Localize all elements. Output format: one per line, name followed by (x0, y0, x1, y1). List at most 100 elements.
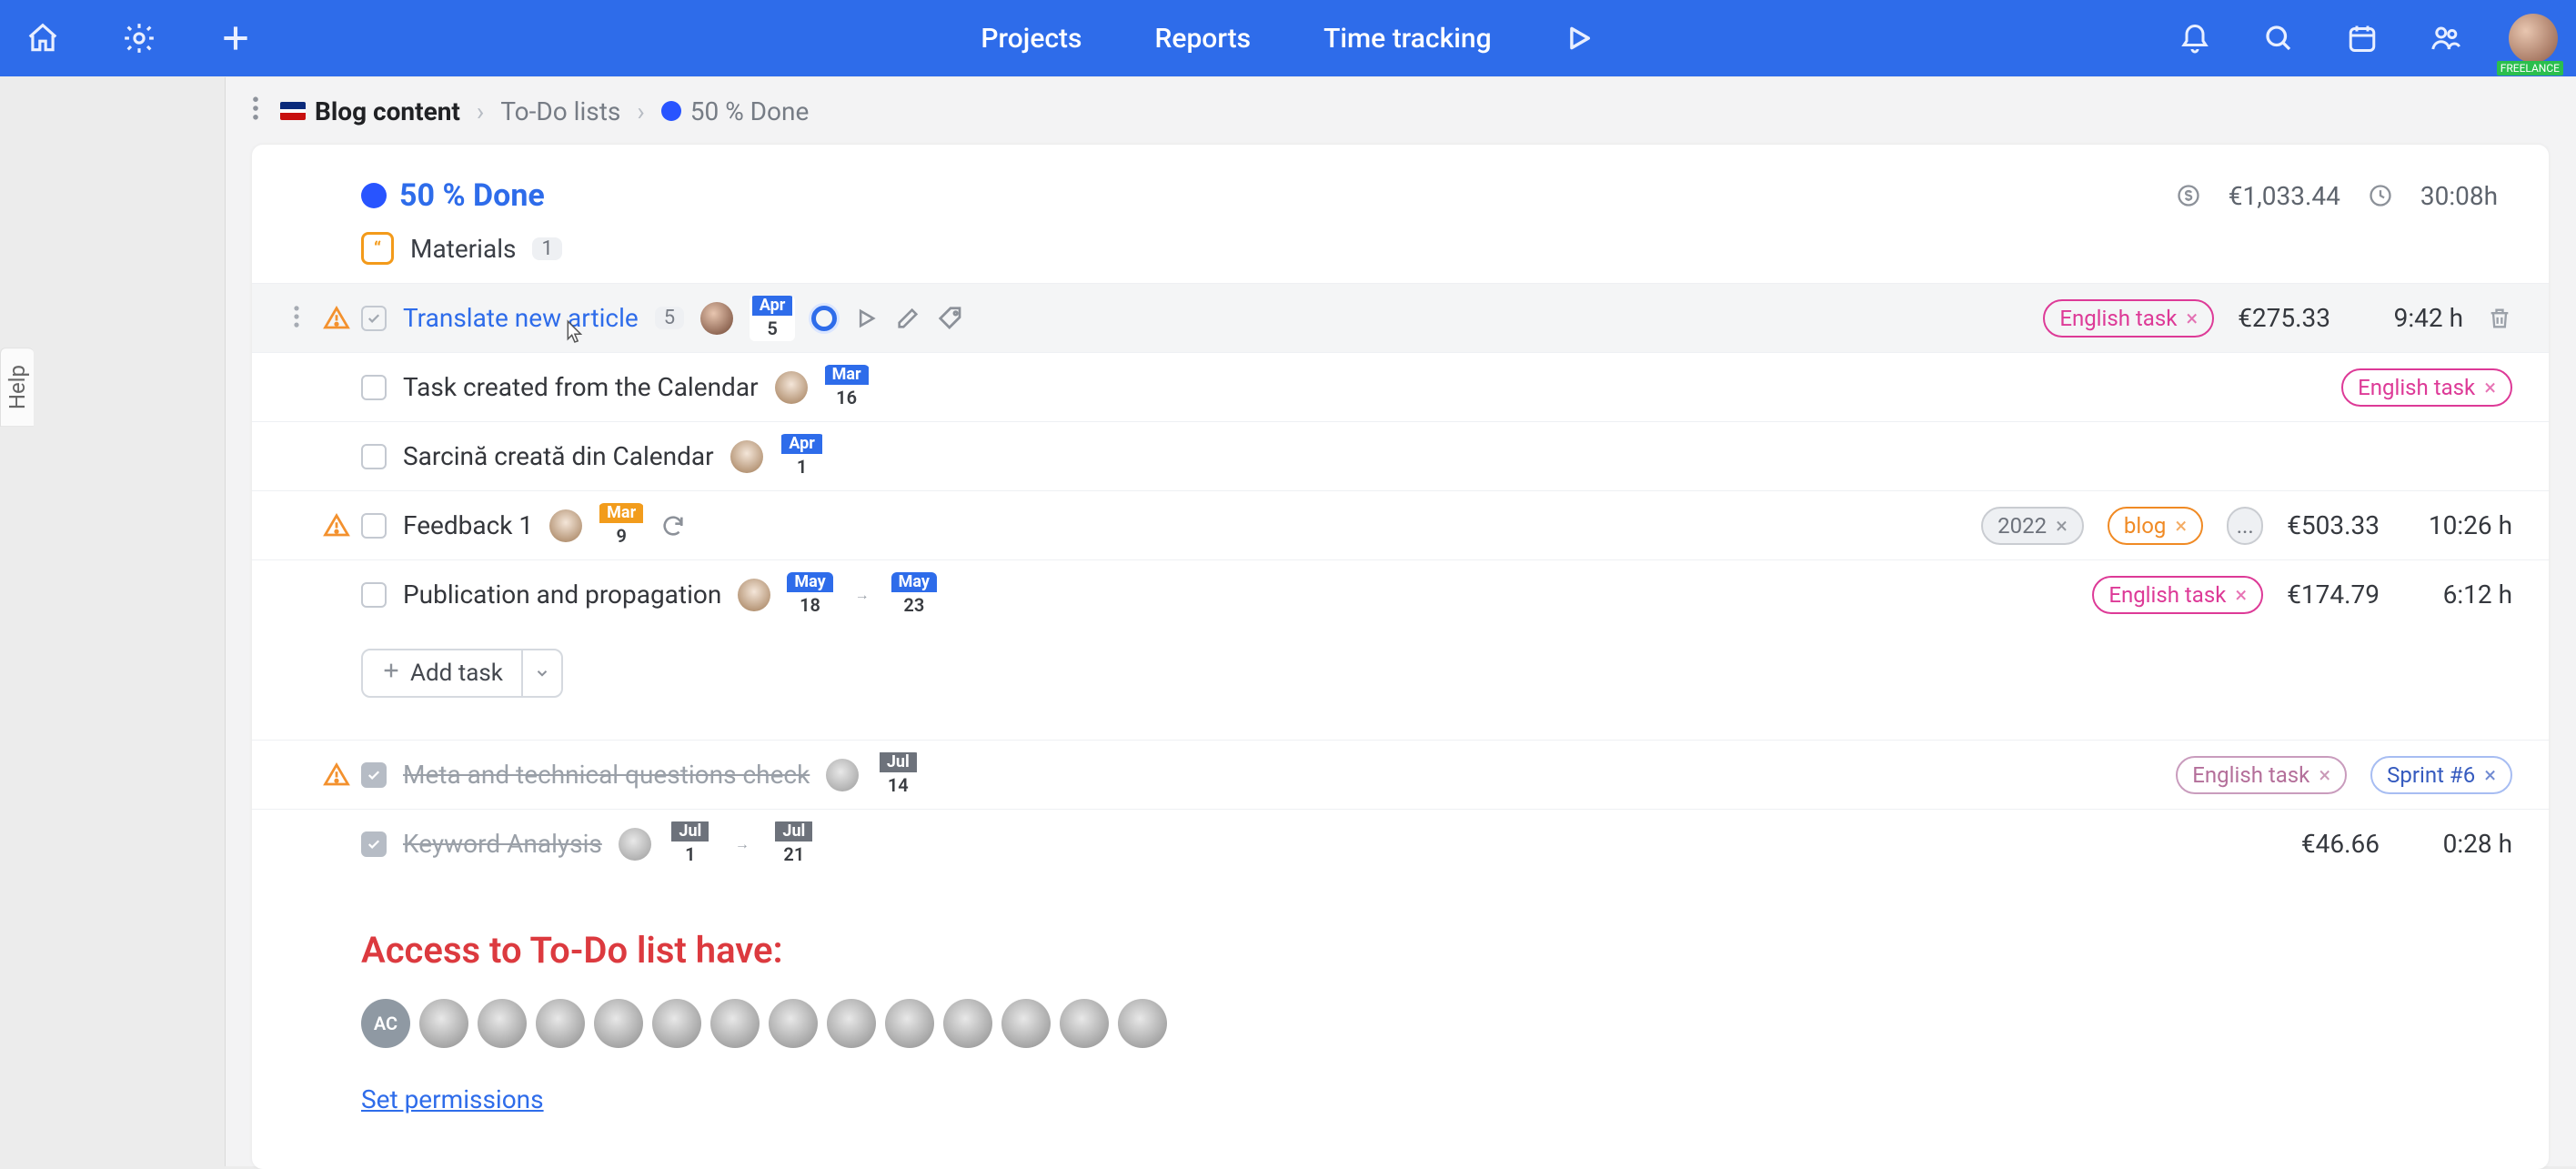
tag-remove-icon[interactable]: × (2484, 762, 2496, 788)
task-row[interactable]: Publication and propagation May 18 → May… (252, 559, 2549, 629)
task-checkbox[interactable] (361, 513, 387, 539)
access-avatar[interactable]: AC (361, 999, 410, 1048)
breadcrumb-menu-icon[interactable] (247, 96, 264, 127)
task-title[interactable]: Publication and propagation (403, 579, 721, 610)
tag-english-task[interactable]: English task × (2341, 368, 2512, 407)
access-avatar[interactable] (1001, 999, 1051, 1048)
list-title[interactable]: 50 % Done (361, 177, 545, 214)
task-checkbox[interactable] (361, 444, 387, 469)
tag-remove-icon[interactable]: × (2175, 513, 2187, 539)
edit-icon[interactable] (895, 306, 921, 331)
tag-remove-icon[interactable]: × (2186, 306, 2198, 331)
tag-blog[interactable]: blog × (2108, 507, 2203, 545)
task-assignee-avatar[interactable] (738, 579, 770, 611)
task-assignee-avatar[interactable] (619, 828, 651, 861)
task-assignee-avatar[interactable] (549, 509, 582, 542)
due-month: May (891, 572, 937, 592)
access-avatar[interactable] (652, 999, 701, 1048)
task-budget: €275.33 (2238, 303, 2330, 333)
task-checkbox[interactable] (361, 306, 387, 331)
content-frame: Blog content › To-Do lists › 50 % Done 5… (225, 77, 2576, 1166)
task-row[interactable]: Meta and technical questions check Jul 1… (252, 740, 2549, 809)
tag-english-task[interactable]: English task × (2176, 756, 2347, 794)
tag-remove-icon[interactable]: × (2484, 375, 2496, 400)
task-checkbox[interactable] (361, 582, 387, 608)
task-title[interactable]: Sarcină creată din Calendar (403, 441, 714, 471)
access-avatar[interactable] (769, 999, 818, 1048)
access-avatar[interactable] (594, 999, 643, 1048)
task-assignee-avatar[interactable] (826, 759, 859, 791)
topbar-right-actions: FREELANCE (2174, 0, 2558, 76)
task-assignee-avatar[interactable] (700, 302, 733, 335)
task-title[interactable]: Meta and technical questions check (403, 760, 810, 790)
task-title[interactable]: Task created from the Calendar (403, 372, 759, 402)
task-checkbox[interactable] (361, 375, 387, 400)
task-row[interactable]: Task created from the Calendar Mar 16 En… (252, 352, 2549, 421)
materials-row[interactable]: Materials 1 (252, 214, 2549, 283)
tag-remove-icon[interactable]: × (2319, 762, 2330, 788)
play-icon[interactable] (1565, 23, 1595, 54)
tag-sprint-6[interactable]: Sprint #6 × (2370, 756, 2512, 794)
nav-projects[interactable]: Projects (981, 23, 1082, 55)
more-tags-button[interactable]: ... (2227, 507, 2263, 545)
access-avatar[interactable] (1060, 999, 1109, 1048)
recurring-icon[interactable] (660, 513, 686, 539)
access-avatar[interactable] (885, 999, 934, 1048)
task-assignee-avatar[interactable] (775, 371, 808, 404)
task-checkbox[interactable] (361, 762, 387, 788)
calendar-icon[interactable] (2341, 17, 2383, 59)
due-date-badge[interactable]: Apr 1 (780, 434, 825, 479)
nav-reports[interactable]: Reports (1155, 23, 1252, 55)
list-stats: €1,033.44 30:08h (2176, 181, 2498, 211)
add-icon[interactable] (215, 17, 257, 59)
task-row[interactable]: Feedback 1 Mar 9 2022 × (252, 490, 2549, 559)
task-row[interactable]: Keyword Analysis Jul 1 → Jul 21 €46.66 0… (252, 809, 2549, 878)
end-date-badge[interactable]: Jul 21 (771, 821, 817, 867)
task-assignee-avatar[interactable] (730, 440, 763, 473)
due-date-badge[interactable]: Mar 16 (824, 365, 870, 410)
due-date-badge[interactable]: Apr 5 (750, 296, 795, 341)
search-icon[interactable] (2258, 17, 2299, 59)
tag-icon[interactable] (937, 305, 964, 332)
due-date-badge[interactable]: Jul 14 (875, 752, 921, 798)
people-icon[interactable] (2425, 17, 2467, 59)
task-row[interactable]: Translate new article 5 Apr 5 (252, 283, 2549, 352)
access-avatar[interactable] (536, 999, 585, 1048)
start-date-badge[interactable]: Jul 1 (668, 821, 713, 867)
breadcrumb-project[interactable]: Blog content (280, 96, 460, 126)
task-title[interactable]: Keyword Analysis (403, 829, 602, 859)
task-title[interactable]: Translate new article (403, 303, 639, 333)
tag-remove-icon[interactable]: × (2235, 582, 2247, 608)
task-status-icon[interactable] (811, 306, 837, 331)
access-avatar[interactable] (478, 999, 527, 1048)
task-checkbox[interactable] (361, 831, 387, 857)
add-task-button[interactable]: Add task (361, 649, 563, 698)
access-avatar[interactable] (1118, 999, 1167, 1048)
task-title[interactable]: Feedback 1 (403, 510, 533, 540)
tag-remove-icon[interactable]: × (2056, 513, 2068, 539)
access-avatar[interactable] (943, 999, 992, 1048)
home-icon[interactable] (22, 17, 64, 59)
add-task-dropdown[interactable] (521, 650, 561, 696)
access-avatar[interactable] (419, 999, 468, 1048)
tag-english-task[interactable]: English task × (2043, 299, 2214, 338)
drag-handle-icon[interactable] (290, 305, 303, 332)
breadcrumb-current-list[interactable]: 50 % Done (661, 96, 810, 126)
access-avatar[interactable] (827, 999, 876, 1048)
help-side-tab[interactable]: Help (0, 348, 34, 427)
current-user-avatar[interactable]: FREELANCE (2509, 14, 2558, 63)
settings-gear-icon[interactable] (118, 17, 160, 59)
tag-english-task[interactable]: English task × (2092, 576, 2263, 614)
set-permissions-link[interactable]: Set permissions (361, 1084, 544, 1114)
end-date-badge[interactable]: May 23 (891, 572, 937, 618)
due-date-badge[interactable]: Mar 9 (599, 503, 644, 549)
notifications-icon[interactable] (2174, 17, 2216, 59)
task-row[interactable]: Sarcină creată din Calendar Apr 1 (252, 421, 2549, 490)
nav-time-tracking[interactable]: Time tracking (1323, 23, 1491, 55)
play-icon[interactable] (853, 306, 879, 331)
tag-2022[interactable]: 2022 × (1981, 507, 2084, 545)
breadcrumb-todo-lists[interactable]: To-Do lists (500, 96, 620, 126)
access-avatar[interactable] (710, 999, 760, 1048)
delete-icon[interactable] (2487, 306, 2512, 331)
start-date-badge[interactable]: May 18 (787, 572, 832, 618)
